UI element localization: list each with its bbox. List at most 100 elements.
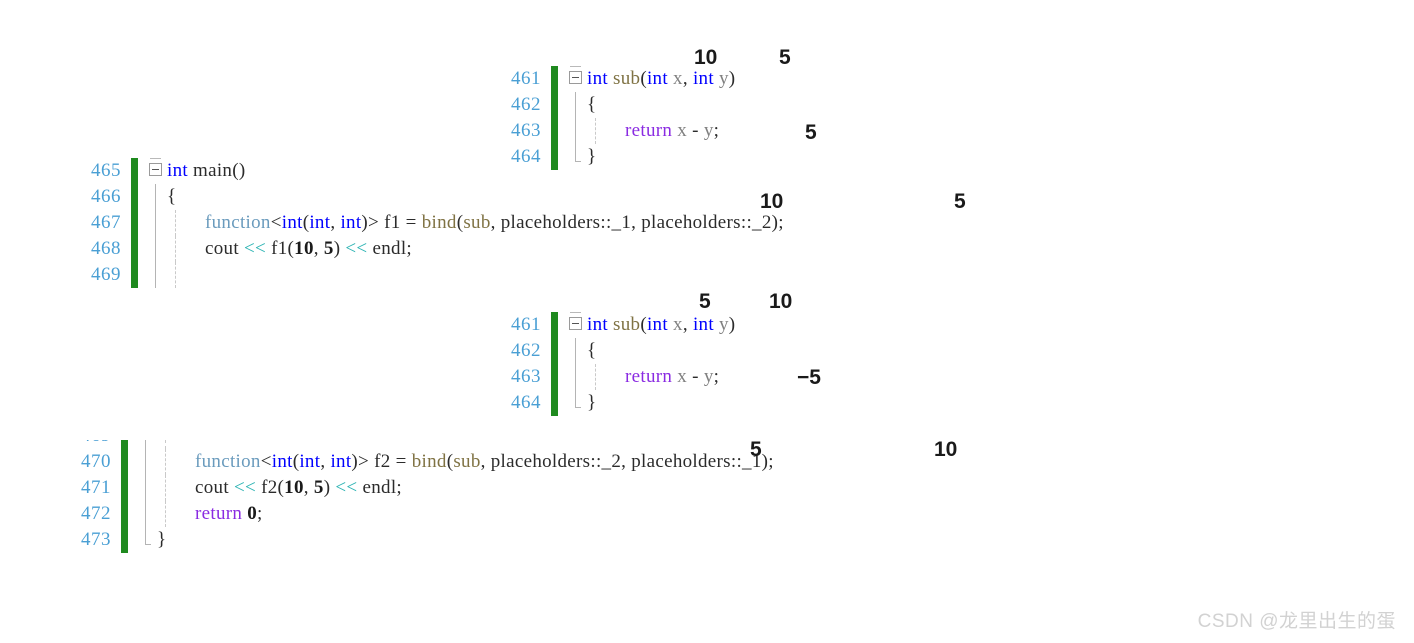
indent-dash (165, 501, 166, 527)
change-bar (131, 236, 138, 262)
change-bar-gutter (111, 501, 137, 527)
fold-column[interactable] (147, 158, 167, 184)
fold-column (567, 118, 587, 144)
token-var-x: x (677, 366, 688, 387)
annotation-sub-first-arg-y: 5 (779, 46, 791, 69)
token-semicolon: ; (406, 238, 413, 259)
token-comma-1: , (480, 451, 486, 472)
code-text: { (587, 338, 596, 364)
fold-line (575, 118, 576, 144)
token-function-main: main (193, 160, 233, 181)
indent-guide (167, 236, 185, 262)
code-text: int main() (167, 158, 246, 184)
token-template-function: function (205, 212, 271, 233)
token-function-bind: bind (421, 212, 457, 233)
fold-collapse-icon[interactable] (149, 163, 162, 176)
indent-dash (595, 364, 596, 390)
fold-column (567, 338, 587, 364)
fold-column (137, 440, 157, 449)
code-block-main-top: 465 int main() 466 { 467 function<int(in… (75, 158, 784, 288)
fold-column (567, 364, 587, 390)
token-number-10: 10 (284, 477, 304, 498)
code-line: 468 cout << f1(10, 5) << endl; (75, 236, 784, 262)
change-bar-gutter (121, 262, 147, 288)
token-close-paren: ) (728, 68, 736, 89)
token-param-x: x (673, 68, 683, 89)
token-comma-2: , (631, 212, 637, 233)
token-param-y: y (718, 68, 729, 89)
fold-column (567, 92, 587, 118)
fold-column (147, 236, 167, 262)
token-number-5: 5 (313, 477, 324, 498)
fold-line (575, 338, 576, 364)
code-block-sub-first: 461 int sub(int x, int y) 462 { 463 retu… (495, 66, 735, 170)
code-line: 462 { (495, 92, 735, 118)
change-bar (551, 92, 558, 118)
fold-collapse-icon[interactable] (569, 317, 582, 330)
code-line: 462 { (495, 338, 735, 364)
token-comma: , (682, 314, 688, 335)
change-bar (551, 364, 558, 390)
line-number: 473 (81, 529, 111, 550)
fold-column[interactable] (567, 66, 587, 92)
fold-column (137, 527, 157, 553)
token-keyword-int: int (587, 68, 608, 89)
change-bar (121, 501, 128, 527)
token-empty-parens: () (232, 160, 246, 181)
token-endl: endl (362, 477, 397, 498)
annotation-sub-first-arg-x: 10 (694, 46, 718, 69)
line-number: 468 (91, 238, 121, 259)
token-placeholder-1: placeholders::_1 (631, 451, 762, 472)
change-bar-gutter (121, 158, 147, 184)
line-number: 463 (511, 366, 541, 387)
code-line: 470 function<int(int, int)> f2 = bind(su… (65, 449, 774, 475)
change-bar-gutter (121, 236, 147, 262)
annotation-f1-placeholder1-value: 10 (760, 190, 784, 213)
fold-line (155, 236, 156, 262)
change-bar (121, 475, 128, 501)
token-number-10: 10 (294, 238, 314, 259)
token-placeholder-2: placeholders::_2 (641, 212, 772, 233)
change-bar (551, 118, 558, 144)
token-arg-sub: sub (453, 451, 481, 472)
token-comma-2: , (621, 451, 627, 472)
token-keyword-int-param1: int (646, 68, 668, 89)
token-comma: , (330, 212, 336, 233)
code-line: 463 return x - y; (495, 364, 735, 390)
change-bar (551, 312, 558, 338)
code-line: 471 cout << f2(10, 5) << endl; (65, 475, 774, 501)
token-shift-2: << (345, 238, 368, 259)
annotation-f1-placeholder2-value: 5 (954, 190, 966, 213)
code-text: } (587, 390, 596, 416)
token-comma: , (320, 451, 326, 472)
line-number: 467 (91, 212, 121, 233)
token-keyword-int: int (167, 160, 188, 181)
token-keyword-int-ret: int (271, 451, 293, 472)
code-text: function<int(int, int)> f2 = bind(sub, p… (175, 449, 774, 475)
token-function-sub: sub (613, 314, 641, 335)
code-text: { (587, 92, 596, 118)
fold-line (155, 262, 156, 288)
change-bar-gutter (121, 184, 147, 210)
code-text: cout << f2(10, 5) << endl; (175, 475, 402, 501)
fold-column (147, 184, 167, 210)
line-number: 462 (511, 340, 541, 361)
line-number: 472 (81, 503, 111, 524)
indent-dash (165, 449, 166, 475)
indent-dash (165, 475, 166, 501)
annotation-f2-placeholder2-value: 5 (750, 438, 762, 461)
annotation-sub-second-arg-y: 10 (769, 290, 793, 313)
token-param-x: x (673, 314, 683, 335)
change-bar-gutter (541, 92, 567, 118)
code-text: return x - y; (605, 118, 719, 144)
token-open-brace: { (587, 94, 597, 115)
line-number: 464 (511, 392, 541, 413)
token-shift-2: << (335, 477, 358, 498)
token-cout: cout (205, 238, 239, 259)
code-text: return 0; (175, 501, 263, 527)
line-number: 465 (91, 160, 121, 181)
fold-collapse-icon[interactable] (569, 71, 582, 84)
fold-column[interactable] (567, 312, 587, 338)
token-function-sub: sub (613, 68, 641, 89)
fold-line (145, 440, 146, 449)
